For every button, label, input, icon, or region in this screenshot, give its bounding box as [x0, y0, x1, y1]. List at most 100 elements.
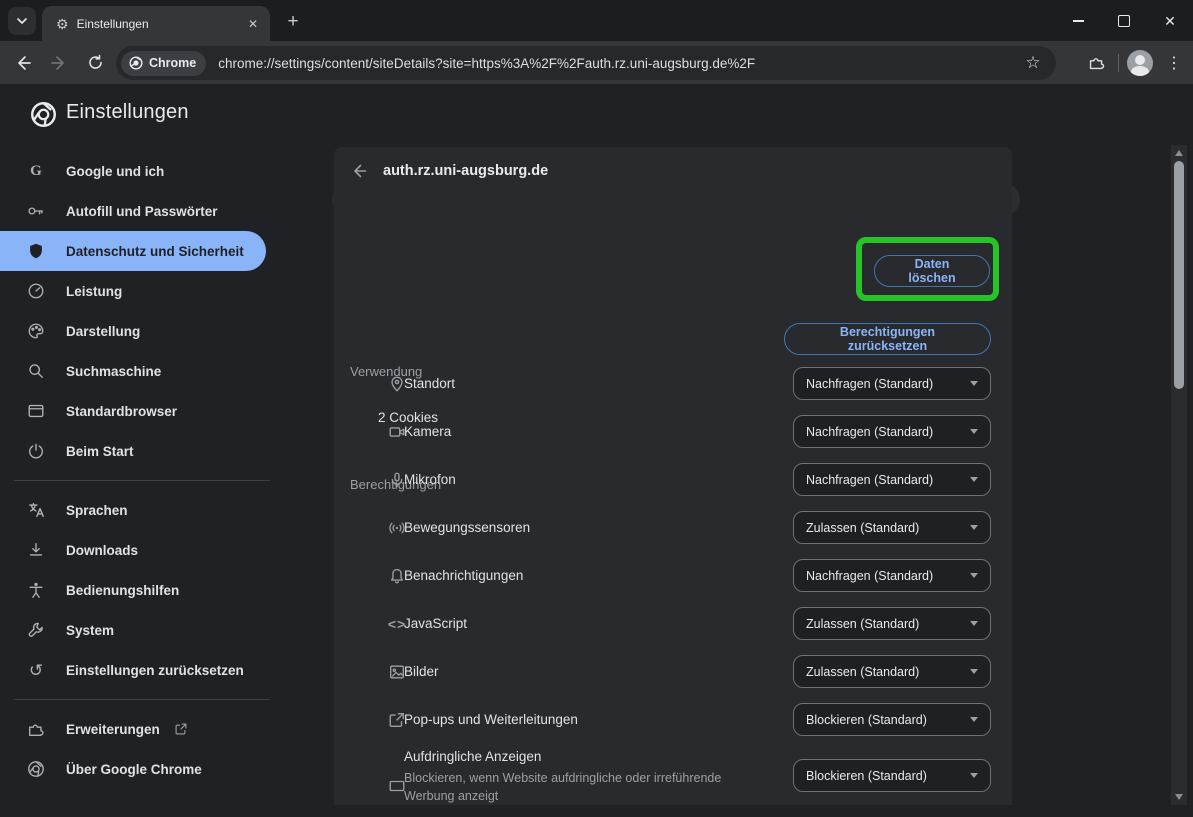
forward-button[interactable] — [45, 49, 73, 77]
permission-row-bewegungssensoren: BewegungssensorenZulassen (Standard) — [334, 503, 1012, 551]
google-g-icon: G — [26, 163, 46, 180]
translate-icon — [26, 501, 46, 519]
sidebar-item-label: Beim Start — [66, 444, 134, 459]
sidebar-item-sprachen[interactable]: Sprachen — [0, 490, 290, 530]
search-icon — [26, 362, 46, 380]
permission-select[interactable]: Nachfragen (Standard) — [793, 367, 991, 400]
chrome-logo-icon — [129, 56, 143, 70]
minimize-button[interactable] — [1055, 0, 1101, 41]
permission-select-value: Zulassen (Standard) — [806, 617, 970, 631]
new-tab-button[interactable]: + — [280, 9, 306, 35]
sidebar-item-label: Autofill und Passwörter — [66, 204, 218, 219]
sidebar-divider — [14, 480, 270, 481]
shield-icon — [26, 242, 46, 260]
sidebar-item-beim-start[interactable]: Beim Start — [0, 431, 290, 471]
sidebar-item-standardbrowser[interactable]: Standardbrowser — [0, 391, 290, 431]
scrollbar[interactable] — [1171, 145, 1187, 805]
sidebar-item-label: Erweiterungen — [66, 722, 160, 737]
sidebar-item-suchmaschine[interactable]: Suchmaschine — [0, 351, 290, 391]
permission-name: Mikrofon — [404, 472, 456, 487]
speedometer-icon — [26, 282, 46, 300]
reload-button[interactable] — [81, 49, 109, 77]
tab-title: Einstellungen — [77, 17, 244, 31]
permission-name: JavaScript — [404, 616, 467, 631]
back-arrow-icon — [350, 162, 368, 180]
extensions-button[interactable] — [1082, 49, 1110, 77]
permission-select[interactable]: Nachfragen (Standard) — [793, 559, 991, 592]
sidebar-divider — [14, 699, 270, 700]
chrome-badge[interactable]: Chrome — [121, 51, 206, 76]
sidebar-item-label: System — [66, 623, 114, 638]
back-to-settings-button[interactable] — [346, 158, 372, 184]
sidebar-item-label: Sprachen — [66, 503, 128, 518]
sidebar-item-leistung[interactable]: Leistung — [0, 271, 290, 311]
sidebar-item--ber-google-chrome[interactable]: Über Google Chrome — [0, 749, 290, 789]
permission-select-value: Nachfragen (Standard) — [806, 425, 970, 439]
tab-close-icon[interactable]: ✕ — [244, 15, 262, 33]
sidebar-item-bedienungshilfen[interactable]: Bedienungshilfen — [0, 570, 290, 610]
address-bar[interactable]: Chrome chrome://settings/content/siteDet… — [116, 46, 1056, 80]
sidebar-item-downloads[interactable]: Downloads — [0, 530, 290, 570]
permission-row-benachrichtigungen: BenachrichtigungenNachfragen (Standard) — [334, 551, 1012, 599]
reset-icon: ↺ — [26, 662, 46, 679]
chrome-badge-label: Chrome — [149, 56, 196, 70]
permission-select[interactable]: Zulassen (Standard) — [793, 607, 991, 640]
avatar[interactable] — [1127, 50, 1153, 76]
toolbar-right: ⋮ — [1082, 41, 1187, 84]
permission-select-value: Blockieren (Standard) — [806, 713, 970, 727]
back-button[interactable] — [9, 49, 37, 77]
sidebar-item-label: Bedienungshilfen — [66, 583, 179, 598]
browser-tab[interactable]: ⚙ Einstellungen ✕ — [42, 6, 270, 41]
title-bar: ⚙ Einstellungen ✕ + ✕ — [0, 0, 1193, 41]
wrench-icon — [26, 621, 46, 639]
chevron-down-icon — [970, 429, 978, 434]
clear-data-button[interactable]: Daten löschen — [874, 255, 990, 287]
reset-permissions-button[interactable]: Berechtigungen zurücksetzen — [784, 323, 991, 355]
permission-select[interactable]: Zulassen (Standard) — [793, 655, 991, 688]
minimize-icon — [1073, 20, 1084, 22]
permission-description: Blockieren, wenn Website aufdringliche o… — [404, 769, 774, 805]
bookmark-star-icon[interactable]: ☆ — [1020, 50, 1046, 76]
settings-sidebar: G Google und ich Autofill und Passwörter Da… — [0, 145, 290, 811]
kebab-menu-icon[interactable]: ⋮ — [1161, 50, 1187, 76]
url-text[interactable]: chrome://settings/content/siteDetails?si… — [218, 56, 1020, 71]
scrollbar-down-arrow-icon[interactable] — [1175, 794, 1183, 800]
permission-row-mikrofon: Mikrofon Nachfragen (Standard) — [334, 455, 1012, 503]
permission-select[interactable]: Nachfragen (Standard) — [793, 463, 991, 496]
sidebar-item-label: Leistung — [66, 284, 122, 299]
sidebar-item-system[interactable]: System — [0, 610, 290, 650]
sidebar-item-label: Über Google Chrome — [66, 762, 202, 777]
site-header-row: auth.rz.uni-augsburg.de — [334, 147, 1012, 195]
maximize-button[interactable] — [1101, 0, 1147, 41]
chevron-down-icon — [970, 573, 978, 578]
sidebar-item-label: Darstellung — [66, 324, 140, 339]
permission-name: Bilder — [404, 664, 439, 679]
sidebar-item-autofill-und-passw-rter[interactable]: Autofill und Passwörter — [0, 191, 290, 231]
sidebar-item-erweiterungen[interactable]: Erweiterungen — [0, 709, 290, 749]
permission-row-pop-ups-und-weiterleitungen: Pop-ups und WeiterleitungenBlockieren (S… — [334, 695, 1012, 743]
sidebar-item-label: Google und ich — [66, 164, 164, 179]
permission-select[interactable]: Nachfragen (Standard) — [793, 415, 991, 448]
external-link-icon — [174, 722, 188, 736]
key-icon — [26, 202, 46, 220]
permission-select[interactable]: Zulassen (Standard) — [793, 511, 991, 544]
permission-row-standort: StandortNachfragen (Standard) — [334, 359, 1012, 407]
page-title: Einstellungen — [66, 101, 189, 124]
window-controls: ✕ — [1055, 0, 1193, 41]
palette-icon — [26, 322, 46, 340]
scrollbar-thumb[interactable] — [1174, 161, 1184, 389]
close-button[interactable]: ✕ — [1147, 0, 1193, 41]
chevron-down-icon — [970, 621, 978, 626]
sidebar-item-einstellungen-zur-cksetzen[interactable]: ↺Einstellungen zurücksetzen — [0, 650, 290, 690]
sidebar-item-label: Downloads — [66, 543, 138, 558]
permission-select[interactable]: Blockieren (Standard) — [793, 759, 991, 792]
scrollbar-up-arrow-icon[interactable] — [1175, 150, 1183, 156]
extensions-puzzle-icon — [1088, 54, 1105, 71]
sidebar-item-google-und-ich[interactable]: G Google und ich — [0, 151, 290, 191]
sidebar-item-datenschutz-und-sicherheit[interactable]: Datenschutz und Sicherheit — [0, 231, 266, 271]
tab-search-button[interactable] — [8, 7, 36, 35]
power-icon — [26, 442, 46, 460]
sidebar-item-darstellung[interactable]: Darstellung — [0, 311, 290, 351]
permission-name: Kamera — [404, 424, 451, 439]
permission-select[interactable]: Blockieren (Standard) — [793, 703, 991, 736]
